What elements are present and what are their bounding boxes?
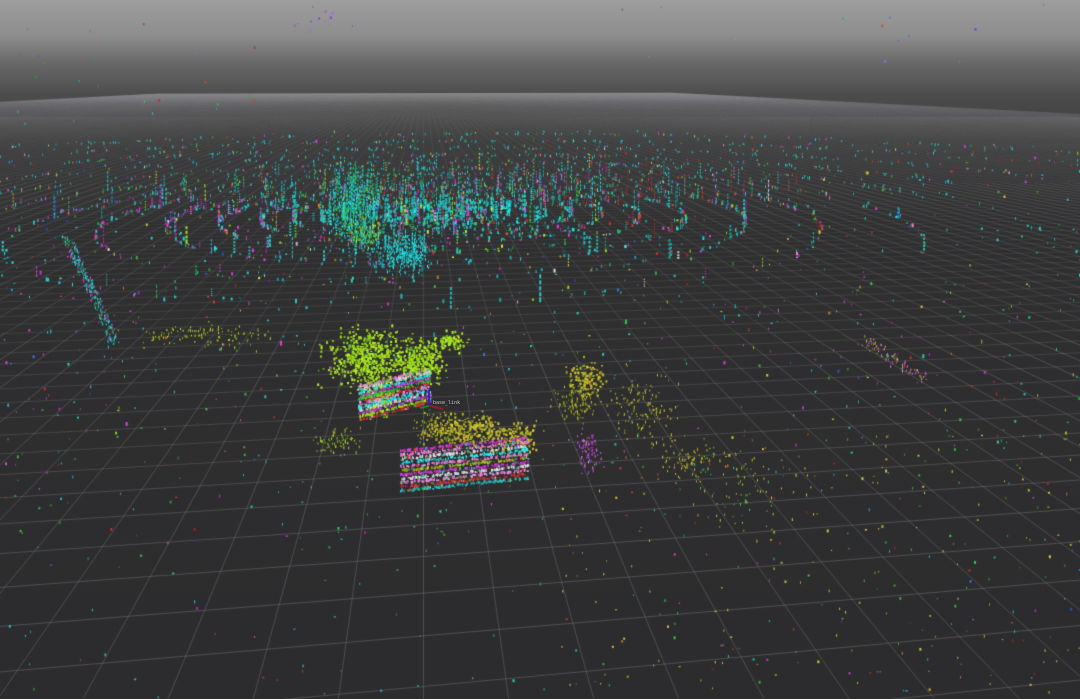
viewport-3d: base_link — [0, 0, 1080, 699]
tf-frame-label: base_link — [433, 401, 460, 406]
pointcloud-canvas[interactable] — [0, 0, 1080, 699]
